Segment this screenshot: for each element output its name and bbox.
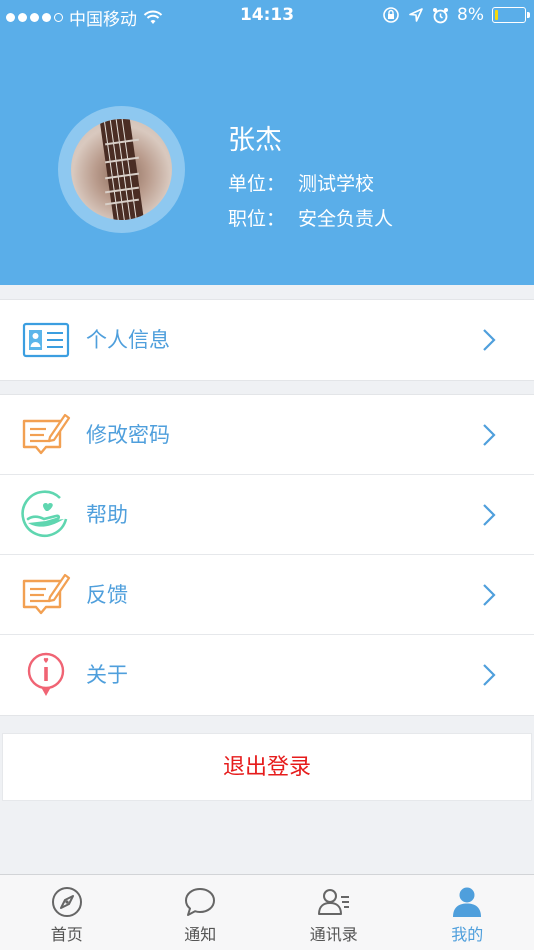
tab-bar: 首页 通知 通讯录 我的 — [0, 874, 534, 950]
menu-group-settings: 修改密码 帮助 反馈 关于 — [0, 394, 534, 716]
menu-item-label: 帮助 — [86, 503, 128, 527]
unit-value: 测试学校 — [298, 173, 375, 195]
tab-label: 我的 — [451, 925, 484, 944]
location-arrow-icon — [409, 8, 423, 22]
logout-button[interactable]: 退出登录 — [2, 733, 532, 801]
tab-profile[interactable]: 我的 — [401, 875, 534, 950]
menu-item-change-password[interactable]: 修改密码 — [0, 395, 534, 475]
profile-header: 中国移动 14:13 8% 张杰 单位： 测试学校 职位： 安全负责人 — [0, 0, 534, 285]
position-label: 职位： — [228, 208, 286, 230]
person-icon — [453, 887, 482, 917]
helping-hand-icon — [21, 490, 68, 537]
menu-item-label: 关于 — [86, 663, 128, 687]
menu-item-about[interactable]: 关于 — [0, 635, 534, 715]
avatar[interactable] — [58, 106, 185, 233]
profile-name: 张杰 — [228, 125, 282, 156]
profile-position-row: 职位： 安全负责人 — [228, 204, 393, 231]
edit-note-icon — [22, 413, 71, 455]
menu-item-help[interactable]: 帮助 — [0, 475, 534, 555]
chevron-right-icon — [483, 584, 496, 606]
rotation-lock-icon — [383, 7, 399, 23]
chevron-right-icon — [483, 329, 496, 351]
position-value: 安全负责人 — [298, 208, 394, 230]
status-bar: 中国移动 14:13 8% — [0, 0, 534, 30]
tab-notifications[interactable]: 通知 — [134, 875, 268, 950]
chat-bubble-icon — [185, 888, 216, 916]
id-card-icon — [22, 322, 70, 358]
feedback-note-icon — [22, 573, 71, 615]
battery-icon — [492, 7, 530, 23]
menu-item-label: 反馈 — [86, 583, 128, 607]
alarm-clock-icon — [433, 7, 449, 23]
status-right: 8% — [382, 5, 530, 25]
menu-item-feedback[interactable]: 反馈 — [0, 555, 534, 635]
tab-label: 通讯录 — [309, 925, 358, 944]
tab-home[interactable]: 首页 — [0, 875, 134, 950]
tab-contacts[interactable]: 通讯录 — [267, 875, 401, 950]
contacts-icon — [317, 889, 349, 915]
menu-item-personal-info[interactable]: 个人信息 — [0, 300, 534, 380]
chevron-right-icon — [483, 504, 496, 526]
compass-icon — [51, 887, 82, 917]
unit-label: 单位： — [228, 173, 286, 195]
guitar-neck-avatar — [71, 119, 172, 220]
tab-label: 通知 — [184, 925, 217, 944]
info-pin-icon — [27, 652, 65, 696]
menu-group-account: 个人信息 — [0, 299, 534, 381]
battery-percent: 8% — [457, 5, 484, 25]
menu-item-label: 个人信息 — [86, 328, 170, 352]
tab-label: 首页 — [50, 925, 83, 944]
profile-unit-row: 单位： 测试学校 — [228, 169, 374, 196]
chevron-right-icon — [483, 664, 496, 686]
chevron-right-icon — [483, 424, 496, 446]
menu-item-label: 修改密码 — [86, 423, 170, 447]
